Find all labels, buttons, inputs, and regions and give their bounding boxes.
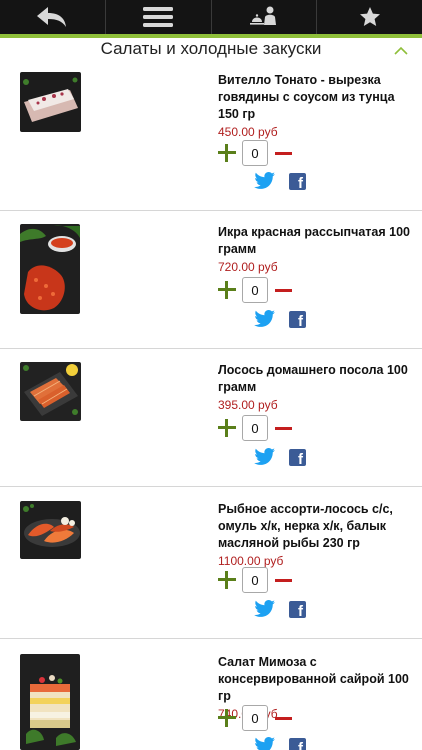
menu-item: Рыбное ассорти-лосось с/с, омуль х/к, не… bbox=[0, 487, 422, 639]
plus-icon[interactable] bbox=[218, 571, 236, 589]
quantity-stepper: 0 bbox=[218, 140, 292, 166]
item-price: 450.00 руб bbox=[218, 125, 278, 139]
twitter-icon[interactable] bbox=[254, 448, 276, 466]
item-photo[interactable] bbox=[20, 72, 81, 132]
back-arrow-icon bbox=[37, 7, 67, 27]
share-buttons: f bbox=[254, 172, 306, 192]
quantity-field[interactable]: 0 bbox=[242, 567, 268, 593]
share-buttons: f bbox=[254, 310, 306, 330]
plus-icon[interactable] bbox=[218, 709, 236, 727]
menu-icon bbox=[143, 7, 174, 27]
item-price: 395.00 руб bbox=[218, 398, 278, 412]
minus-icon[interactable] bbox=[275, 578, 292, 582]
item-name[interactable]: Лосось домашнего посола 100 грамм bbox=[218, 362, 418, 396]
minus-icon[interactable] bbox=[275, 716, 292, 720]
section-header[interactable]: Салаты и холодные закуски bbox=[0, 38, 422, 62]
plus-icon[interactable] bbox=[218, 144, 236, 162]
quantity-stepper: 0 bbox=[218, 415, 292, 441]
share-buttons: f bbox=[254, 737, 306, 750]
item-info: Рыбное ассорти-лосось с/с, омуль х/к, не… bbox=[218, 501, 418, 569]
share-buttons: f bbox=[254, 448, 306, 468]
section-title: Салаты и холодные закуски bbox=[100, 39, 322, 58]
item-photo[interactable] bbox=[20, 224, 80, 314]
waiter-button[interactable] bbox=[212, 0, 318, 34]
quantity-field[interactable]: 0 bbox=[242, 140, 268, 166]
plus-icon[interactable] bbox=[218, 419, 236, 437]
item-photo[interactable] bbox=[20, 654, 80, 750]
top-nav-bar bbox=[0, 0, 422, 34]
quantity-stepper: 0 bbox=[218, 277, 292, 303]
twitter-icon[interactable] bbox=[254, 737, 276, 750]
twitter-icon[interactable] bbox=[254, 600, 276, 618]
item-info: Икра красная рассыпчатая 100 грамм 720.0… bbox=[218, 224, 418, 275]
minus-icon[interactable] bbox=[275, 426, 292, 430]
waiter-cloche-icon bbox=[249, 6, 276, 25]
item-info: Вителло Тонато - вырезка говядины с соус… bbox=[218, 72, 418, 140]
quantity-field[interactable]: 0 bbox=[242, 705, 268, 731]
quantity-field[interactable]: 0 bbox=[242, 415, 268, 441]
quantity-field[interactable]: 0 bbox=[242, 277, 268, 303]
item-name[interactable]: Рыбное ассорти-лосось с/с, омуль х/к, не… bbox=[218, 501, 418, 552]
facebook-icon[interactable]: f bbox=[289, 737, 306, 750]
twitter-icon[interactable] bbox=[254, 310, 276, 328]
twitter-icon[interactable] bbox=[254, 172, 276, 190]
menu-item: Вителло Тонато - вырезка говядины с соус… bbox=[0, 62, 422, 211]
facebook-icon[interactable]: f bbox=[289, 172, 306, 192]
menu-item: Лосось домашнего посола 100 грамм 395.00… bbox=[0, 349, 422, 487]
item-name[interactable]: Вителло Тонато - вырезка говядины с соус… bbox=[218, 72, 418, 123]
facebook-icon[interactable]: f bbox=[289, 448, 306, 468]
favorites-button[interactable] bbox=[317, 0, 422, 34]
star-icon bbox=[359, 7, 380, 26]
item-name[interactable]: Икра красная рассыпчатая 100 грамм bbox=[218, 224, 418, 258]
menu-item: Салат Мимоза с консервированной сайрой 1… bbox=[0, 639, 422, 750]
facebook-icon[interactable]: f bbox=[289, 310, 306, 330]
item-photo[interactable] bbox=[20, 501, 81, 559]
item-name[interactable]: Салат Мимоза с консервированной сайрой 1… bbox=[218, 654, 418, 705]
share-buttons: f bbox=[254, 600, 306, 620]
minus-icon[interactable] bbox=[275, 288, 292, 292]
minus-icon[interactable] bbox=[275, 151, 292, 155]
quantity-stepper: 0 bbox=[218, 567, 292, 593]
menu-item: Икра красная рассыпчатая 100 грамм 720.0… bbox=[0, 211, 422, 349]
plus-icon[interactable] bbox=[218, 281, 236, 299]
item-photo[interactable] bbox=[20, 362, 81, 421]
chevron-up-icon[interactable] bbox=[394, 46, 408, 55]
item-info: Лосось домашнего посола 100 грамм 395.00… bbox=[218, 362, 418, 413]
back-button[interactable] bbox=[0, 0, 106, 34]
facebook-icon[interactable]: f bbox=[289, 600, 306, 620]
quantity-stepper: 0 bbox=[218, 705, 292, 731]
menu-button[interactable] bbox=[106, 0, 212, 34]
item-price: 720.00 руб bbox=[218, 260, 278, 274]
